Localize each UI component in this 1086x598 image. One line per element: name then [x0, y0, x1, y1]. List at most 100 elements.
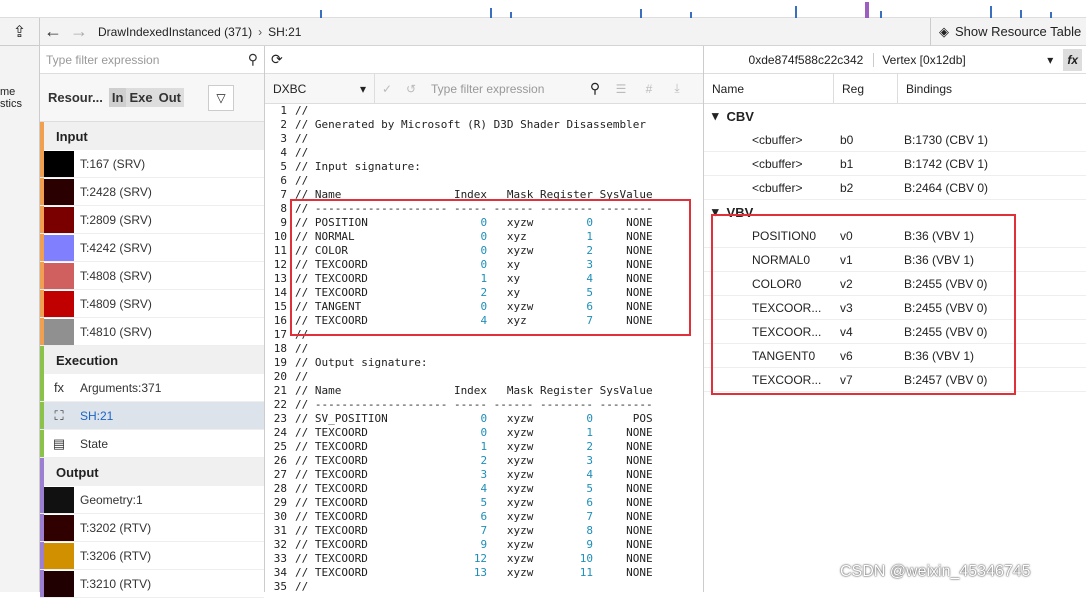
execution-section[interactable]: Execution	[40, 346, 264, 374]
code-text: // TEXCOORD 7 xyzw 8 NONE	[295, 524, 653, 537]
wrap-icon[interactable]: ☰	[607, 82, 635, 96]
accent-bar	[40, 178, 44, 205]
back-arrow-icon[interactable]: ←	[40, 19, 66, 45]
line-number: 30	[273, 510, 287, 523]
funnel-icon[interactable]: ▽	[208, 84, 235, 111]
resource-filter-input[interactable]: Type filter expression	[46, 53, 159, 67]
code-line: 18 //	[265, 342, 704, 356]
resource-item[interactable]: T:2809 (SRV)	[40, 206, 264, 234]
code-text: // TEXCOORD 1 xyzw 2 NONE	[295, 440, 653, 453]
line-number: 21	[273, 384, 287, 397]
format-value: DXBC	[273, 81, 307, 96]
seg-in[interactable]: In	[108, 88, 127, 107]
binding-reg: b2	[840, 180, 854, 195]
thumbnail-image	[44, 514, 74, 541]
code-filter-input[interactable]: Type filter expression	[423, 82, 583, 96]
resource-item[interactable]: T:3206 (RTV)	[40, 542, 264, 570]
stage-select[interactable]: Vertex [0x12db] ▾	[873, 52, 1053, 67]
exec-item[interactable]: ⛶ SH:21	[40, 402, 264, 430]
code-line: 27 // TEXCOORD 3 xyzw 4 NONE	[265, 468, 704, 482]
resource-label: T:4808 (SRV)	[80, 268, 152, 283]
thumbnail-image	[44, 570, 74, 597]
output-section[interactable]: Output	[40, 458, 264, 486]
resource-item[interactable]: Geometry:1	[40, 486, 264, 514]
state-icon: ▤	[52, 435, 66, 451]
input-section[interactable]: Input	[40, 122, 264, 150]
line-number: 28	[273, 482, 287, 495]
seg-exe[interactable]: Exe	[126, 88, 155, 107]
download-icon[interactable]: ⤓	[663, 81, 691, 96]
line-number: 22	[273, 398, 287, 411]
resource-label: T:2809 (SRV)	[80, 212, 152, 227]
thumbnail-image	[44, 150, 74, 177]
code-line: 32 // TEXCOORD 9 xyzw 9 NONE	[265, 538, 704, 552]
undo-icon[interactable]: ↺	[399, 82, 423, 96]
export-icon[interactable]: ⇪	[0, 18, 39, 46]
check-icon[interactable]: ✓	[375, 82, 399, 96]
format-select[interactable]: DXBC ▾	[265, 74, 375, 103]
show-resource-label: Show Resource Table	[955, 24, 1082, 39]
code-line: 25 // TEXCOORD 1 xyzw 2 NONE	[265, 440, 704, 454]
cbv-group[interactable]: ▾ CBV	[704, 104, 1086, 128]
show-resource-table-button[interactable]: ◈ Show Resource Table	[930, 18, 1086, 46]
code-line: 2 // Generated by Microsoft (R) D3D Shade…	[265, 118, 704, 132]
breadcrumb-draw-call[interactable]: DrawIndexedInstanced (371)	[92, 25, 258, 39]
code-line: 21 // Name Index Mask Register SysValue	[265, 384, 704, 398]
resource-item[interactable]: T:3202 (RTV)	[40, 514, 264, 542]
dropdown-icon: ▾	[359, 81, 366, 96]
code-text: // TEXCOORD 6 xyzw 7 NONE	[295, 510, 653, 523]
col-name[interactable]: Name	[704, 74, 834, 103]
seg-out[interactable]: Out	[156, 88, 184, 107]
breadcrumb-shader[interactable]: SH:21	[262, 25, 307, 39]
col-reg[interactable]: Reg	[834, 74, 898, 103]
resource-item[interactable]: T:167 (SRV)	[40, 150, 264, 178]
binding-row[interactable]: <cbuffer> b0 B:1730 (CBV 1)	[704, 128, 1086, 152]
accent-bar	[40, 514, 44, 541]
shader-hash: 0xde874f588c22c342	[748, 52, 864, 67]
line-number: 27	[273, 468, 287, 481]
line-number: 25	[273, 440, 287, 453]
binding-reg: b0	[840, 132, 854, 147]
col-bindings[interactable]: Bindings	[898, 74, 1086, 103]
hash-icon[interactable]: #	[635, 82, 663, 96]
exec-item[interactable]: ▤ State	[40, 430, 264, 458]
resource-item[interactable]: T:2428 (SRV)	[40, 178, 264, 206]
resource-filter[interactable]: Type filter expression ⚲	[40, 46, 264, 74]
search-icon[interactable]: ⚲	[248, 51, 258, 68]
code-line: 22 // -------------------- ----- ------ -…	[265, 398, 704, 412]
history-icon[interactable]: ⟳	[271, 51, 283, 68]
code-line: 34 // TEXCOORD 13 xyzw 11 NONE	[265, 566, 704, 580]
binding-row[interactable]: <cbuffer> b2 B:2464 (CBV 0)	[704, 176, 1086, 200]
resource-item[interactable]: T:4810 (SRV)	[40, 318, 264, 346]
search-icon[interactable]: ⚲	[583, 80, 607, 97]
accent-bar	[40, 374, 44, 401]
resource-item[interactable]: T:3210 (RTV)	[40, 570, 264, 598]
code-line: 31 // TEXCOORD 7 xyzw 8 NONE	[265, 524, 704, 538]
binding-row[interactable]: <cbuffer> b1 B:1742 (CBV 1)	[704, 152, 1086, 176]
resource-label: T:3206 (RTV)	[80, 548, 152, 563]
resource-item[interactable]: T:4242 (SRV)	[40, 234, 264, 262]
edge-label-line1: me	[0, 86, 16, 98]
breadcrumb: ← → DrawIndexedInstanced (371) › SH:21	[40, 18, 930, 46]
exec-label: SH:21	[80, 408, 114, 423]
line-number: 32	[273, 538, 287, 551]
binding-value: B:2464 (CBV 0)	[904, 180, 989, 195]
forward-arrow-icon[interactable]: →	[66, 19, 92, 45]
code-line: 29 // TEXCOORD 5 xyzw 6 NONE	[265, 496, 704, 510]
line-number: 23	[273, 412, 287, 425]
resources-panel: Type filter expression ⚲ Resour... In Ex…	[40, 46, 265, 598]
code-text: // TEXCOORD 5 xyzw 6 NONE	[295, 496, 653, 509]
resource-item[interactable]: T:4808 (SRV)	[40, 262, 264, 290]
fx-icon[interactable]: fx	[1063, 48, 1082, 71]
code-line: 1 //	[265, 104, 704, 118]
code-view[interactable]: 1 // 2 // Generated by Microsoft (R) D3D Sh…	[265, 104, 704, 592]
resource-item[interactable]: T:4809 (SRV)	[40, 290, 264, 318]
exec-item[interactable]: fx Arguments:371	[40, 374, 264, 402]
code-line: 3 //	[265, 132, 704, 146]
code-text: //	[295, 146, 309, 159]
code-text: // TEXCOORD 0 xyzw 1 NONE	[295, 426, 653, 439]
binding-reg: b1	[840, 156, 854, 171]
resource-label: T:3202 (RTV)	[80, 520, 152, 535]
code-line: 4 //	[265, 146, 704, 160]
code-line: 23 // SV_POSITION 0 xyzw 0 POS	[265, 412, 704, 426]
